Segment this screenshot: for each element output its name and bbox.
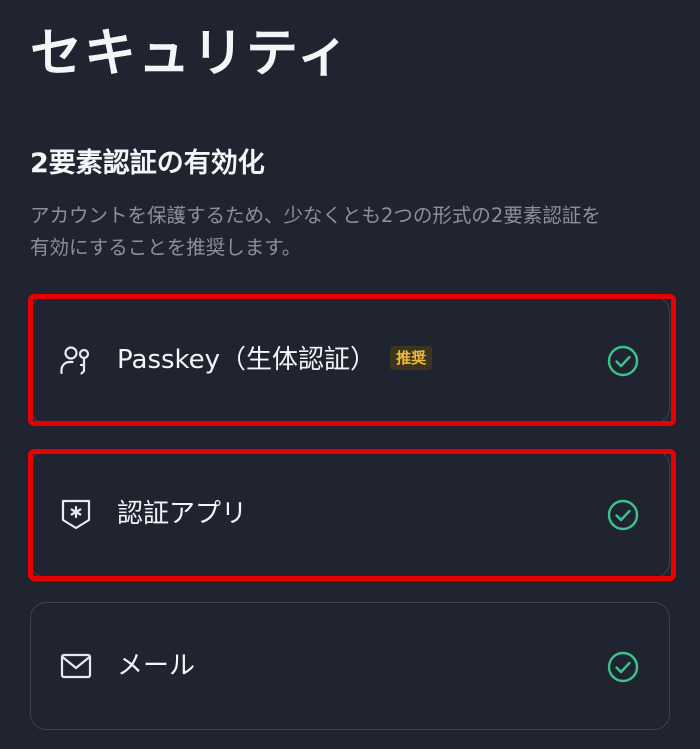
email-option-label: メール xyxy=(117,651,196,681)
passkey-option[interactable]: Passkey（生体認証） 推奨 xyxy=(30,296,670,424)
passkey-option-label: Passkey（生体認証） 推奨 xyxy=(117,340,433,380)
check-circle-icon xyxy=(607,499,639,531)
email-option[interactable]: メール xyxy=(30,602,670,730)
recommended-badge: 推奨 xyxy=(390,345,433,370)
check-circle-icon xyxy=(607,651,639,683)
authenticator-shield-icon xyxy=(61,499,91,530)
two-factor-description: アカウントを保護するため、少なくとも2つの形式の2要素認証を 有効にすることを推… xyxy=(30,204,601,259)
page-title: セキュリティ xyxy=(30,24,351,84)
check-circle-icon xyxy=(607,345,639,377)
passkey-label-text: Passkey（生体認証） xyxy=(117,345,377,375)
mail-envelope-icon xyxy=(60,653,92,679)
authenticator-app-option[interactable]: 認証アプリ xyxy=(30,450,670,578)
passkey-user-key-icon xyxy=(60,346,90,375)
two-factor-section-title: 2要素認証の有効化 xyxy=(30,148,265,179)
authenticator-app-label: 認証アプリ xyxy=(117,499,248,529)
security-page: セキュリティ 2要素認証の有効化 アカウントを保護するため、少なくとも2つの形式… xyxy=(0,0,700,749)
